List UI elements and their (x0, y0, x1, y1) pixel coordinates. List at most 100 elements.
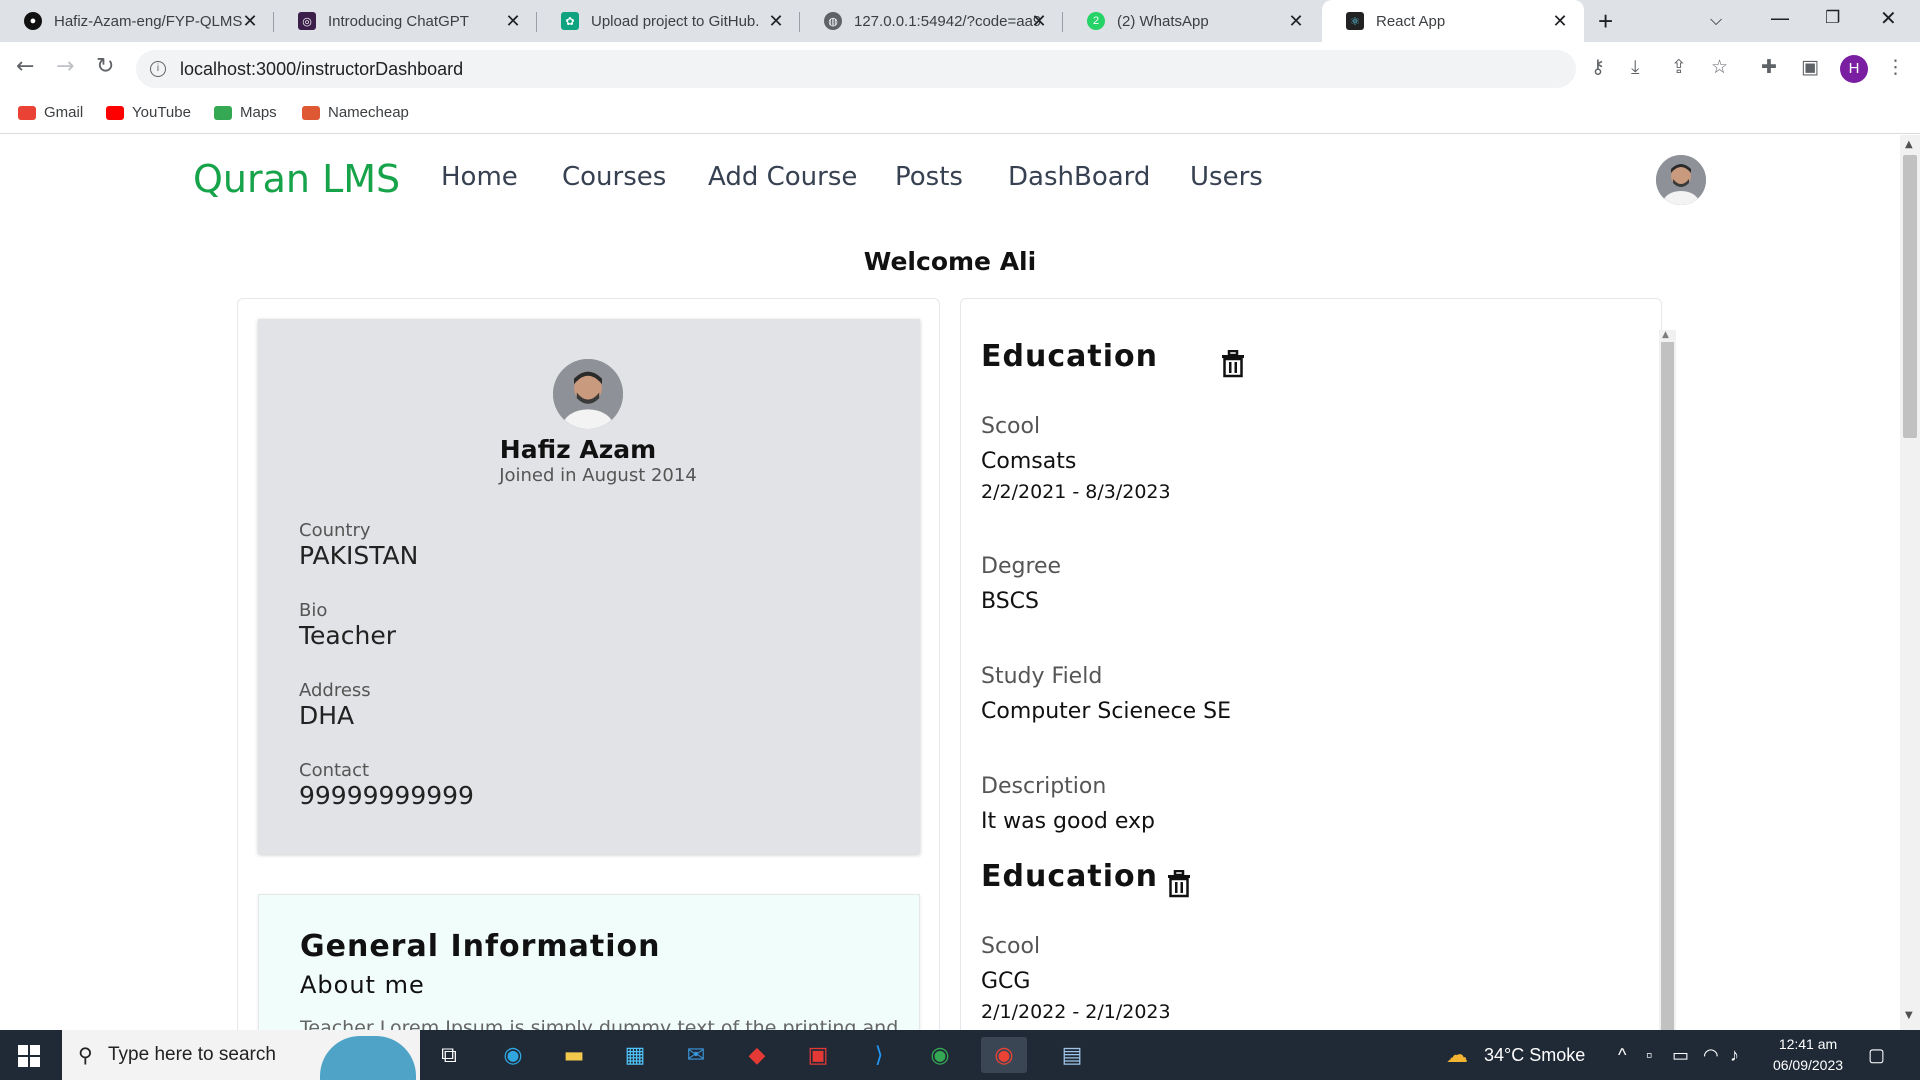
nav-courses[interactable]: Courses (562, 162, 666, 192)
scroll-down-arrow-icon[interactable]: ▼ (1905, 1010, 1913, 1021)
restore-button[interactable]: ❐ (1825, 8, 1840, 28)
reload-icon[interactable]: ↻ (96, 54, 114, 79)
site-info-icon[interactable]: i (150, 61, 166, 77)
file-explorer-icon[interactable]: ▬ (551, 1037, 597, 1073)
scrollbar-thumb[interactable] (1661, 342, 1674, 1042)
device-icon[interactable]: ▫ (1646, 1045, 1652, 1066)
wifi-icon[interactable]: ◠ (1703, 1045, 1719, 1066)
back-arrow-icon[interactable]: ← (16, 54, 34, 79)
school-value: GCG (981, 969, 1031, 994)
tab-title: React App (1376, 12, 1446, 30)
taskbar-search-box[interactable]: ⚲ Type here to search (62, 1030, 420, 1080)
school-value: Comsats (981, 449, 1077, 474)
github-icon: ● (24, 12, 42, 30)
weather-icon: ☁ (1446, 1042, 1468, 1067)
close-tab-icon[interactable]: ✕ (1286, 11, 1306, 32)
bookmark-youtube[interactable]: YouTube (106, 104, 191, 121)
extensions-icon[interactable]: ✚ (1761, 56, 1777, 78)
contact-value: 99999999999 (299, 781, 474, 810)
app-icon[interactable]: ◆ (734, 1037, 780, 1073)
page-scrollbar[interactable]: ▲ ▼ (1900, 135, 1920, 1030)
education-scrollbar[interactable]: ▲ (1659, 330, 1676, 1042)
scrollbar-thumb[interactable] (1903, 155, 1917, 438)
bookmark-star-icon[interactable]: ☆ (1711, 56, 1728, 78)
bookmark-label: Gmail (44, 104, 84, 121)
store-icon[interactable]: ▦ (612, 1037, 658, 1073)
person-photo-icon (1656, 155, 1706, 205)
menu-dots-icon[interactable]: ⋮ (1886, 56, 1905, 78)
trash-icon[interactable] (1166, 870, 1192, 898)
chatgpt-icon: ◎ (298, 12, 316, 30)
whatsapp-icon: 2 (1087, 12, 1105, 30)
bookmark-maps[interactable]: Maps (214, 104, 277, 121)
nav-dashboard[interactable]: DashBoard (1008, 162, 1150, 192)
search-icon: ⚲ (78, 1043, 93, 1067)
bio-label: Bio (299, 600, 328, 621)
share-icon[interactable]: ⇪ (1671, 56, 1687, 78)
install-icon[interactable]: ⤓ (1631, 56, 1639, 78)
education-title: Education (981, 339, 1158, 374)
mail-icon[interactable]: ✉ (673, 1037, 719, 1073)
address-value: DHA (299, 701, 355, 730)
windows-taskbar: ⚲ Type here to search ⧉ ◉ ▬ ▦ ✉ ◆ ▣ ⟩ ◉ … (0, 1030, 1920, 1080)
scroll-up-arrow-icon[interactable]: ▲ (1662, 330, 1669, 340)
nav-users[interactable]: Users (1190, 162, 1263, 192)
task-view-icon[interactable]: ⧉ (426, 1037, 472, 1073)
windows-start-icon[interactable] (18, 1045, 40, 1067)
weather-text[interactable]: 34°C Smoke (1484, 1045, 1585, 1066)
chrome-icon[interactable]: ◉ (917, 1037, 963, 1073)
key-icon[interactable]: ⚷ (1591, 56, 1605, 78)
tab-title: Introducing ChatGPT (328, 12, 469, 30)
notifications-icon[interactable]: ▢ (1868, 1045, 1885, 1066)
user-avatar[interactable] (1656, 155, 1706, 205)
edge-icon[interactable]: ◉ (490, 1037, 536, 1073)
close-tab-icon[interactable]: ✕ (766, 11, 786, 32)
contact-label: Contact (299, 760, 370, 781)
bookmark-namecheap[interactable]: Namecheap (302, 104, 409, 121)
battery-icon[interactable]: ▭ (1672, 1045, 1689, 1066)
education-panel: Education Scool Comsats 2/2/2021 - 8/3/2… (960, 298, 1662, 1030)
nav-home[interactable]: Home (441, 162, 518, 192)
profile-panel: Hafiz Azam Joined in August 2014 Country… (237, 298, 940, 1030)
general-info-card: General Information About me Teacher Lor… (258, 894, 920, 1030)
volume-icon[interactable]: ♪ (1730, 1045, 1739, 1066)
new-tab-button[interactable]: + (1598, 6, 1613, 37)
close-tab-icon[interactable]: ✕ (1029, 11, 1049, 32)
bookmarks-bar: Gmail YouTube Maps Namecheap (0, 96, 1920, 134)
tab-title: Upload project to GitHub. (591, 12, 760, 30)
tab-localhost-code[interactable]: ◍ 127.0.0.1:54942/?code=aa9 ✕ (800, 0, 1063, 42)
image-viewer-icon[interactable]: ▤ (1049, 1037, 1095, 1073)
side-panel-icon[interactable]: ▣ (1801, 56, 1819, 78)
bookmark-gmail[interactable]: Gmail (18, 104, 83, 121)
close-tab-icon[interactable]: ✕ (1550, 11, 1570, 32)
namecheap-icon (302, 105, 320, 120)
close-tab-icon[interactable]: ✕ (240, 11, 260, 32)
tab-react-app[interactable]: ⚛ React App ✕ (1322, 0, 1584, 42)
tray-chevron-icon[interactable]: ^ (1618, 1045, 1626, 1066)
vscode-icon[interactable]: ⟩ (856, 1037, 902, 1073)
recorder-icon[interactable]: ▣ (795, 1037, 841, 1073)
profile-avatar-large (553, 359, 623, 429)
tab-chatgpt[interactable]: ◎ Introducing ChatGPT ✕ (274, 0, 537, 42)
tab-whatsapp[interactable]: 2 (2) WhatsApp ✕ (1063, 0, 1320, 42)
study-field-value: Computer Scienece SE (981, 699, 1232, 724)
about-me-heading: About me (300, 971, 425, 999)
trash-icon[interactable] (1220, 350, 1246, 378)
url-text[interactable]: localhost:3000/instructorDashboard (180, 59, 463, 80)
education-dates: 2/1/2022 - 2/1/2023 (981, 1001, 1171, 1023)
chrome-profile-icon[interactable]: ◉ (981, 1037, 1027, 1073)
profile-avatar[interactable]: H (1840, 55, 1868, 83)
tab-search-icon[interactable]: ⌵ (1710, 10, 1722, 30)
nav-posts[interactable]: Posts (895, 162, 963, 192)
tab-upload-github[interactable]: ✿ Upload project to GitHub. ✕ (537, 0, 800, 42)
close-tab-icon[interactable]: ✕ (503, 11, 523, 32)
address-bar[interactable]: i localhost:3000/instructorDashboard (136, 50, 1576, 88)
close-window-button[interactable]: ✕ (1880, 6, 1897, 30)
system-clock[interactable]: 12:41 am 06/09/2023 (1768, 1034, 1848, 1076)
scroll-up-arrow-icon[interactable]: ▲ (1905, 139, 1913, 150)
brand-logo[interactable]: Quran LMS (193, 157, 400, 201)
minimize-button[interactable]: — (1770, 6, 1790, 30)
nav-add-course[interactable]: Add Course (708, 162, 857, 192)
tab-github[interactable]: ● Hafiz-Azam-eng/FYP-QLMS ✕ (0, 0, 274, 42)
forward-arrow-icon[interactable]: → (56, 54, 74, 79)
